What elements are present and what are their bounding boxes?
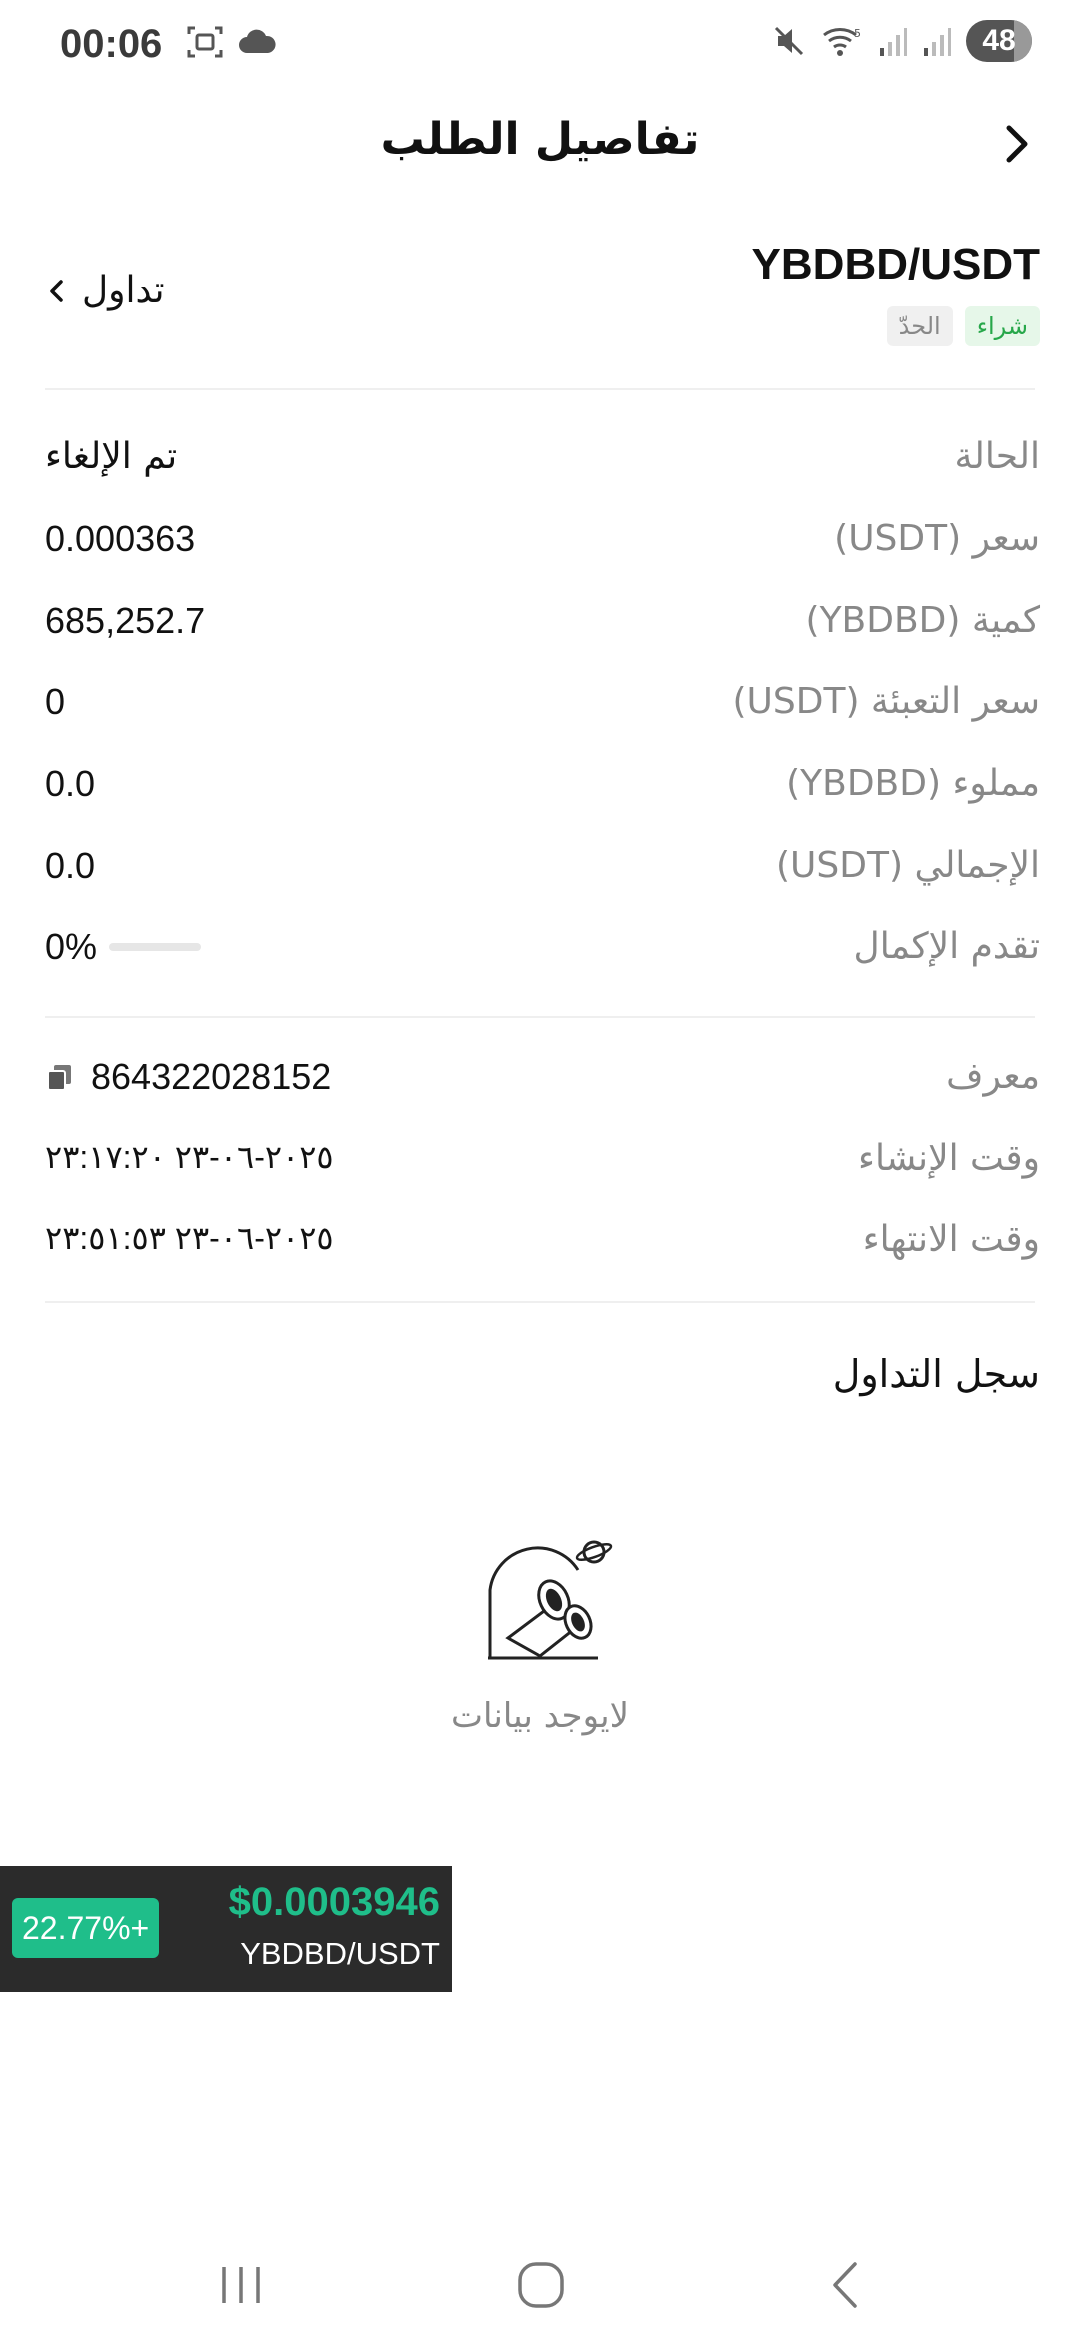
- detail-row-price: سعر (USDT) 0.000363: [45, 518, 1040, 578]
- row-label: سعر (USDT): [834, 518, 1040, 559]
- detail-row-progress: تقدم الإكمال 0%: [45, 926, 1040, 986]
- detail-row-status: الحالة تم الإلغاء: [45, 436, 1040, 496]
- trade-link-label: تداول: [82, 270, 165, 311]
- status-left-icons: [185, 24, 277, 60]
- detail-row-fill-price: سعر التعبئة (USDT) 0: [45, 681, 1040, 741]
- row-label: الحالة: [954, 436, 1040, 477]
- ticker-price: $0.0003946: [228, 1880, 440, 1924]
- detail-row-expiry-time: وقت الانتهاء ٢٠٢٥-٠٦-٢٣ ٢٣:٥١:٥٣: [45, 1219, 1040, 1279]
- wifi-icon: 5: [823, 27, 861, 56]
- chevron-left-icon: [833, 2262, 857, 2308]
- row-value: 0.0: [45, 845, 96, 886]
- ticker-change-badge: 22.77%+: [12, 1898, 160, 1958]
- row-value: ٢٠٢٥-٠٦-٢٣ ٢٣:٥١:٥٣: [45, 1220, 334, 1256]
- detail-row-id: معرف 864322028152: [45, 1056, 1040, 1116]
- status-bar: 00:06 5 48: [0, 0, 1080, 90]
- detail-row-filled: مملوء (YBDBD) 0.0: [45, 763, 1040, 823]
- row-label: وقت الانتهاء: [862, 1219, 1040, 1260]
- trade-link[interactable]: تداول: [48, 270, 164, 311]
- row-value: ٢٠٢٥-٠٦-٢٣ ٢٣:١٧:٢٠: [45, 1139, 334, 1175]
- status-right-icons: 5 48: [772, 20, 1032, 62]
- home-button[interactable]: [506, 2250, 576, 2320]
- back-nav-button[interactable]: [810, 2250, 880, 2320]
- detail-row-quantity: كمية (YBDBD) 685,252.7: [45, 600, 1040, 660]
- row-label: سعر التعبئة (USDT): [732, 681, 1040, 722]
- pair-name: YBDBD/USDT: [751, 240, 1040, 289]
- screenshot-icon: [187, 26, 223, 58]
- svg-text:5: 5: [854, 27, 861, 40]
- signal-icon: [880, 28, 907, 56]
- recent-apps-icon: [222, 2267, 260, 2303]
- row-value: 0: [45, 681, 66, 722]
- signal-icon: [924, 28, 951, 56]
- home-icon: [518, 2262, 564, 2308]
- order-tags: شراء الحدّ: [752, 306, 1040, 346]
- empty-state-text: لايوجد بيانات: [450, 1696, 629, 1736]
- progress-wrap: 0%: [45, 926, 202, 968]
- detail-row-total: الإجمالي (USDT) 0.0: [45, 845, 1040, 905]
- progress-value: 0%: [45, 926, 98, 967]
- row-value: 0.000363: [45, 518, 196, 559]
- copy-icon[interactable]: [45, 1062, 75, 1092]
- binoculars-icon: [488, 1540, 613, 1660]
- row-label: تقدم الإكمال: [853, 926, 1040, 967]
- progress-bar: [109, 943, 202, 951]
- order-pair-block: YBDBD/USDT شراء الحدّ: [752, 240, 1040, 346]
- row-value: 685,252.7: [45, 600, 206, 641]
- page-title: تفاصيل الطلب: [380, 114, 700, 165]
- divider: [45, 1301, 1035, 1303]
- row-value: 0.0: [45, 763, 96, 804]
- ticker-pair: YBDBD/USDT: [240, 1936, 440, 1971]
- order-id: 864322028152: [91, 1056, 332, 1097]
- chevron-left-icon: [50, 279, 63, 302]
- header: تفاصيل الطلب: [0, 100, 1080, 190]
- battery-indicator: 48: [966, 20, 1032, 62]
- row-label: الإجمالي (USDT): [776, 845, 1040, 886]
- order-id-wrap: 864322028152: [45, 1056, 331, 1098]
- back-button[interactable]: [992, 120, 1040, 168]
- row-label: كمية (YBDBD): [805, 600, 1040, 641]
- row-value: تم الإلغاء: [45, 436, 178, 477]
- detail-row-created-time: وقت الإنشاء ٢٠٢٥-٠٦-٢٣ ٢٣:١٧:٢٠: [45, 1138, 1040, 1198]
- floating-price-ticker[interactable]: 22.77%+ $0.0003946 YBDBD/USDT: [0, 1866, 452, 1992]
- chevron-right-icon: [1006, 125, 1028, 163]
- cloud-icon: [239, 29, 276, 53]
- status-time: 00:06: [60, 22, 163, 66]
- divider: [45, 1016, 1035, 1018]
- system-nav-bar: [0, 2220, 1080, 2340]
- row-label: وقت الإنشاء: [858, 1138, 1040, 1179]
- battery-level: 48: [982, 24, 1016, 57]
- trade-history-title: سجل التداول: [832, 1352, 1040, 1396]
- row-label: معرف: [946, 1056, 1040, 1097]
- row-label: مملوء (YBDBD): [786, 763, 1040, 804]
- buy-tag: شراء: [964, 306, 1040, 346]
- divider: [45, 388, 1035, 390]
- mute-icon: [774, 26, 804, 56]
- recent-apps-button[interactable]: [206, 2250, 276, 2320]
- limit-tag: الحدّ: [886, 306, 953, 346]
